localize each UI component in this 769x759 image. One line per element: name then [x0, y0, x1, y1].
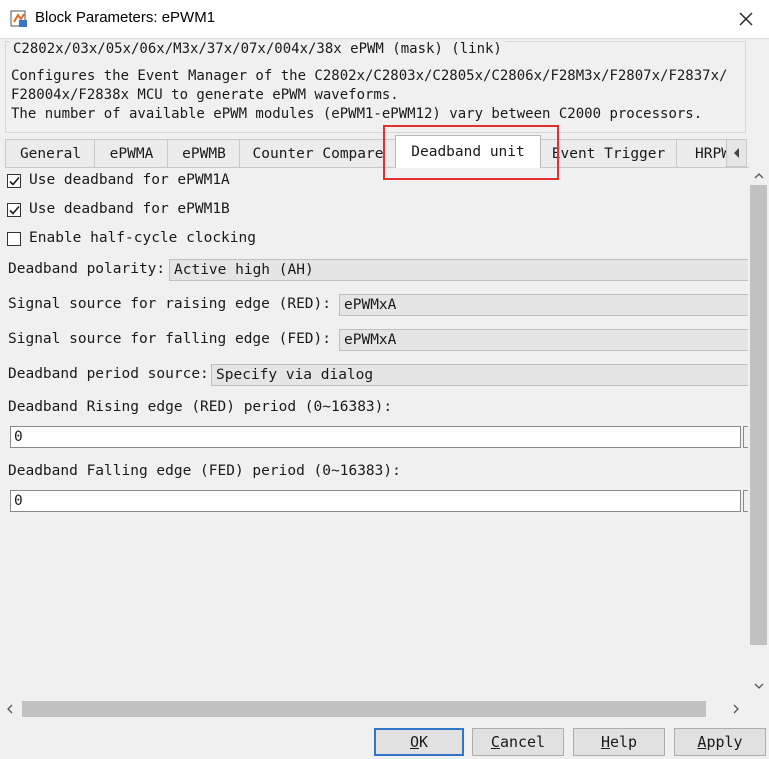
tab-event-trigger[interactable]: Event Trigger [539, 139, 678, 167]
close-button[interactable] [723, 0, 769, 38]
use-deadband-a-checkbox[interactable] [7, 174, 21, 188]
tab-scroll-left-button[interactable] [726, 139, 747, 167]
vertical-scrollbar[interactable] [748, 168, 769, 694]
chevron-right-icon [733, 704, 739, 714]
use-deadband-b-checkbox[interactable] [7, 203, 21, 217]
scroll-right-button[interactable] [726, 698, 746, 720]
tab-general[interactable]: General [5, 139, 96, 167]
help-button[interactable]: Help [573, 728, 665, 756]
apply-label: pply [706, 733, 743, 751]
window-title: Block Parameters: ePWM1 [35, 9, 216, 26]
scroll-left-button[interactable] [0, 698, 20, 720]
mask-description-line: F28004x/F2838x MCU to generate ePWM wave… [11, 87, 399, 103]
polarity-select[interactable]: Active high (AH) [169, 259, 749, 281]
half-cycle-label: Enable half-cycle clocking [29, 230, 256, 246]
ok-mnemonic: O [409, 733, 419, 751]
tab-epwmb[interactable]: ePWMB [167, 139, 241, 167]
fed-source-select[interactable]: ePWMxA [339, 329, 749, 351]
fed-period-field[interactable]: 0 [10, 490, 741, 512]
fed-period-label: Deadband Falling edge (FED) period (0~16… [8, 463, 401, 479]
chevron-left-icon [7, 704, 13, 714]
cancel-mnemonic: C [490, 733, 500, 751]
scroll-up-button[interactable] [748, 168, 769, 184]
polarity-label: Deadband polarity: [8, 261, 166, 277]
horizontal-scroll-thumb[interactable] [22, 701, 706, 717]
ok-button[interactable]: OK [374, 728, 464, 756]
ok-label: K [419, 733, 429, 751]
tab-bar: General ePWMA ePWMB Counter Compare Dead… [5, 135, 749, 168]
chevron-up-icon [754, 173, 763, 179]
chevron-down-icon [754, 683, 763, 689]
apply-button[interactable]: Apply [674, 728, 766, 756]
red-source-select[interactable]: ePWMxA [339, 294, 749, 316]
red-source-value: ePWMxA [344, 297, 397, 313]
period-source-label: Deadband period source: [8, 366, 209, 382]
mask-description-line: The number of available ePWM modules (eP… [11, 106, 703, 122]
red-period-field[interactable]: 0 [10, 426, 741, 448]
mask-title: C2802x/03x/05x/06x/M3x/37x/07x/004x/38x … [10, 41, 505, 57]
highlight-box [383, 125, 559, 180]
tab-counter-compare[interactable]: Counter Compare [239, 139, 397, 167]
scroll-down-button[interactable] [748, 678, 769, 694]
help-label: elp [609, 733, 638, 751]
use-deadband-b-label: Use deadband for ePWM1B [29, 201, 230, 217]
red-period-label: Deadband Rising edge (RED) period (0~163… [8, 399, 393, 415]
fed-source-value: ePWMxA [344, 332, 397, 348]
mask-description-line: Configures the Event Manager of the C280… [11, 68, 728, 84]
checkmark-icon [9, 205, 20, 215]
help-mnemonic: H [600, 733, 610, 751]
chevron-left-icon [733, 148, 739, 158]
cancel-label: ancel [499, 733, 546, 751]
horizontal-scrollbar[interactable] [0, 698, 748, 720]
simulink-block-icon [10, 10, 28, 28]
vertical-scroll-thumb[interactable] [750, 185, 767, 645]
title-bar: Block Parameters: ePWM1 [0, 0, 769, 39]
polarity-value: Active high (AH) [174, 262, 314, 278]
checkmark-icon [9, 176, 20, 186]
period-source-value: Specify via dialog [216, 367, 374, 383]
cancel-button[interactable]: Cancel [472, 728, 564, 756]
use-deadband-a-label: Use deadband for ePWM1A [29, 172, 230, 188]
period-source-select[interactable]: Specify via dialog [211, 364, 749, 386]
red-source-label: Signal source for raising edge (RED): [8, 296, 332, 312]
tab-epwma[interactable]: ePWMA [94, 139, 169, 167]
fed-source-label: Signal source for falling edge (FED): [8, 331, 332, 347]
close-icon [739, 12, 753, 26]
half-cycle-checkbox[interactable] [7, 232, 21, 246]
